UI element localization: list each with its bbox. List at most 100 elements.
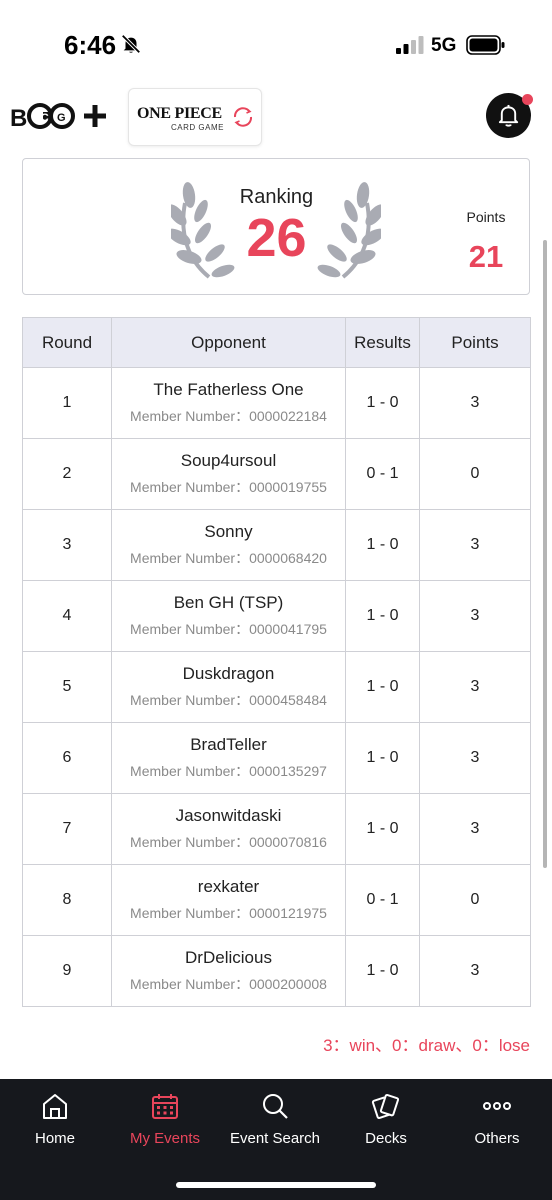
opponent-name: Ben GH (TSP) [173, 593, 284, 612]
opponent-cell: Soup4ursoul Member Number：0000019755 [111, 438, 346, 510]
member-number: Member Number：0000121975 [130, 905, 327, 921]
round-cell: 7 [22, 793, 112, 865]
opponent-cell: The Fatherless One Member Number：00000221… [111, 367, 346, 439]
nav-item-event-search[interactable]: Event Search [220, 1091, 330, 1151]
cards-icon [371, 1093, 400, 1120]
cellular-signal-icon [396, 36, 424, 54]
nav-item-others[interactable]: Others [442, 1091, 552, 1151]
bell-slash-icon [121, 34, 141, 54]
opponent-name: Jasonwitdaski [175, 806, 282, 825]
logo-title: ONE PIECE [137, 105, 222, 122]
result-cell: 0 - 1 [345, 438, 420, 510]
header-opponent: Opponent [111, 317, 346, 368]
more-dots-icon [483, 1102, 511, 1110]
round-cell: 9 [22, 935, 112, 1007]
results-table: Round Opponent Results Points 1 The Fath… [22, 317, 531, 1007]
result-cell: 1 - 0 [345, 651, 420, 723]
opponent-name: BradTeller [190, 735, 267, 754]
nav-label-event-search: Event Search [229, 1130, 321, 1147]
search-icon [263, 1094, 288, 1119]
table-row: 5 Duskdragon Member Number：0000458484 1 -… [22, 651, 531, 723]
opponent-cell: Ben GH (TSP) Member Number：0000041795 [111, 580, 346, 652]
header-points: Points [419, 317, 531, 368]
nav-item-home[interactable]: Home [0, 1091, 110, 1151]
table-row: 6 BradTeller Member Number：0000135297 1 -… [22, 722, 531, 794]
member-number: Member Number：0000200008 [130, 976, 327, 992]
opponent-name: Soup4ursoul [180, 451, 277, 470]
one-piece-card-game-logo[interactable]: ONE PIECE CARD GAME [128, 88, 262, 146]
opponent-name: Duskdragon [182, 664, 275, 683]
notification-badge-dot [522, 94, 533, 105]
svg-text:G: G [57, 112, 66, 124]
opponent-name: rexkater [197, 877, 260, 896]
opponent-cell: Jasonwitdaski Member Number：0000070816 [111, 793, 346, 865]
status-time: 6:46 [64, 30, 117, 60]
points-label: Points [466, 209, 506, 225]
ranking-label: Ranking [239, 186, 314, 208]
table-header-row: Round Opponent Results Points [22, 317, 531, 368]
table-row: 8 rexkater Member Number：0000121975 0 - 1… [22, 864, 531, 936]
round-cell: 1 [22, 367, 112, 439]
points-cell: 3 [419, 509, 531, 581]
nav-label-my-events: My Events [129, 1130, 201, 1147]
points-cell: 3 [419, 935, 531, 1007]
scrollbar[interactable] [543, 240, 547, 868]
nav-item-decks[interactable]: Decks [331, 1091, 441, 1151]
points-cell: 3 [419, 793, 531, 865]
table-row: 9 DrDelicious Member Number：0000200008 1 … [22, 935, 531, 1007]
network-type: 5G [431, 35, 457, 56]
nav-label-others: Others [474, 1130, 520, 1147]
bandai-tcg-plus-logo[interactable]: B TC G [10, 100, 110, 132]
app-header: B TC G ONE PIECE CARD GAME [0, 80, 552, 154]
nav-label-decks: Decks [365, 1130, 407, 1147]
bell-icon [498, 104, 519, 127]
points-value: 21 [468, 239, 504, 274]
opponent-cell: Duskdragon Member Number：0000458484 [111, 651, 346, 723]
notification-button[interactable] [486, 93, 533, 138]
ranking-card: Ranking 26 Points 21 [22, 158, 530, 295]
member-number: Member Number：0000041795 [130, 621, 327, 637]
result-cell: 1 - 0 [345, 580, 420, 652]
opponent-name: Sonny [204, 522, 253, 541]
opponent-cell: rexkater Member Number：0000121975 [111, 864, 346, 936]
member-number: Member Number：0000458484 [130, 692, 327, 708]
round-cell: 4 [22, 580, 112, 652]
header-results: Results [345, 317, 420, 368]
home-icon [43, 1094, 67, 1119]
table-row: 7 Jasonwitdaski Member Number：0000070816 … [22, 793, 531, 865]
result-cell: 1 - 0 [345, 509, 420, 581]
header-round: Round [22, 317, 112, 368]
member-number: Member Number：0000019755 [130, 479, 327, 495]
round-cell: 2 [22, 438, 112, 510]
scoring-legend: 3：win、0：draw、0：lose [323, 1036, 530, 1055]
round-cell: 8 [22, 864, 112, 936]
home-indicator[interactable] [176, 1182, 376, 1188]
points-cell: 3 [419, 651, 531, 723]
opponent-name: DrDelicious [185, 948, 272, 967]
round-cell: 3 [22, 509, 112, 581]
nav-item-my-events[interactable]: My Events [110, 1091, 220, 1151]
round-cell: 6 [22, 722, 112, 794]
member-number: Member Number：0000135297 [130, 763, 327, 779]
points-cell: 3 [419, 722, 531, 794]
member-number: Member Number：0000022184 [130, 408, 327, 424]
swirl-icon [233, 107, 253, 127]
opponent-name: The Fatherless One [153, 380, 304, 399]
member-number: Member Number：0000068420 [130, 550, 327, 566]
ranking-value: 26 [246, 208, 307, 268]
result-cell: 0 - 1 [345, 864, 420, 936]
member-number: Member Number：0000070816 [130, 834, 327, 850]
opponent-cell: DrDelicious Member Number：0000200008 [111, 935, 346, 1007]
battery-icon [466, 35, 505, 55]
calendar-icon [152, 1094, 178, 1119]
table-row: 2 Soup4ursoul Member Number：0000019755 0 … [22, 438, 531, 510]
points-cell: 3 [419, 580, 531, 652]
opponent-cell: BradTeller Member Number：0000135297 [111, 722, 346, 794]
points-cell: 3 [419, 367, 531, 439]
result-cell: 1 - 0 [345, 722, 420, 794]
result-cell: 1 - 0 [345, 367, 420, 439]
svg-text:TC: TC [34, 112, 49, 124]
table-row: 1 The Fatherless One Member Number：000002… [22, 367, 531, 439]
nav-label-home: Home [34, 1130, 75, 1147]
opponent-cell: Sonny Member Number：0000068420 [111, 509, 346, 581]
